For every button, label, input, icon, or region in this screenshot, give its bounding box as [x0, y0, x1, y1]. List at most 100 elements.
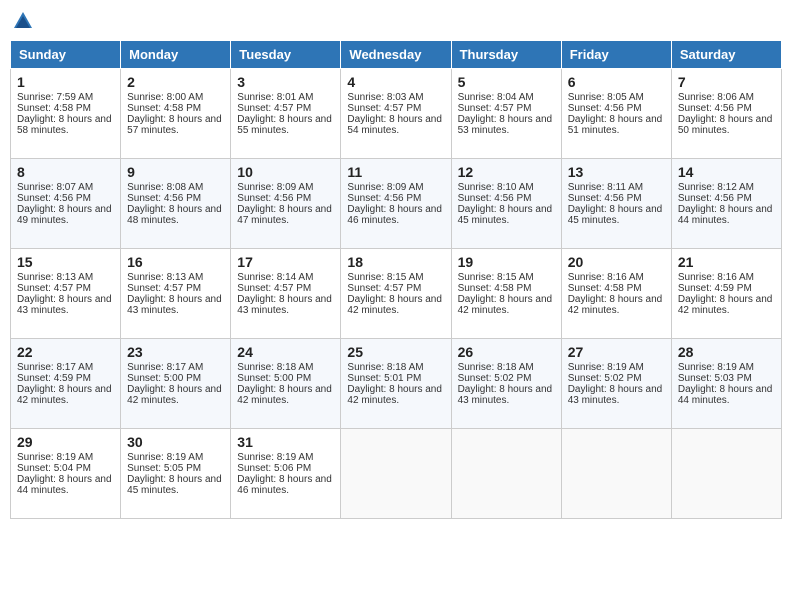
column-header-monday: Monday — [121, 41, 231, 69]
sunset-label: Sunset: 4:56 PM — [127, 193, 201, 204]
calendar-cell: 1 Sunrise: 7:59 AM Sunset: 4:58 PM Dayli… — [11, 69, 121, 159]
sunrise-label: Sunrise: 8:13 AM — [127, 272, 203, 283]
daylight-label: Daylight: 8 hours and 50 minutes. — [678, 114, 773, 136]
sunset-label: Sunset: 4:56 PM — [347, 193, 421, 204]
sunrise-label: Sunrise: 8:19 AM — [568, 362, 644, 373]
calendar-cell: 30 Sunrise: 8:19 AM Sunset: 5:05 PM Dayl… — [121, 429, 231, 519]
calendar-cell — [451, 429, 561, 519]
day-number: 31 — [237, 434, 334, 450]
calendar-cell: 5 Sunrise: 8:04 AM Sunset: 4:57 PM Dayli… — [451, 69, 561, 159]
sunrise-label: Sunrise: 8:09 AM — [237, 182, 313, 193]
calendar-body: 1 Sunrise: 7:59 AM Sunset: 4:58 PM Dayli… — [11, 69, 782, 519]
sunrise-label: Sunrise: 8:16 AM — [678, 272, 754, 283]
sunset-label: Sunset: 4:58 PM — [458, 283, 532, 294]
calendar-cell: 28 Sunrise: 8:19 AM Sunset: 5:03 PM Dayl… — [671, 339, 781, 429]
calendar-cell: 11 Sunrise: 8:09 AM Sunset: 4:56 PM Dayl… — [341, 159, 451, 249]
daylight-label: Daylight: 8 hours and 44 minutes. — [17, 474, 112, 496]
calendar-week-5: 29 Sunrise: 8:19 AM Sunset: 5:04 PM Dayl… — [11, 429, 782, 519]
calendar-cell: 2 Sunrise: 8:00 AM Sunset: 4:58 PM Dayli… — [121, 69, 231, 159]
sunrise-label: Sunrise: 8:06 AM — [678, 92, 754, 103]
calendar-cell: 17 Sunrise: 8:14 AM Sunset: 4:57 PM Dayl… — [231, 249, 341, 339]
day-number: 12 — [458, 164, 555, 180]
calendar-cell: 25 Sunrise: 8:18 AM Sunset: 5:01 PM Dayl… — [341, 339, 451, 429]
column-header-sunday: Sunday — [11, 41, 121, 69]
sunset-label: Sunset: 4:57 PM — [17, 283, 91, 294]
sunrise-label: Sunrise: 8:03 AM — [347, 92, 423, 103]
day-number: 3 — [237, 74, 334, 90]
sunset-label: Sunset: 5:02 PM — [458, 373, 532, 384]
sunrise-label: Sunrise: 8:19 AM — [127, 452, 203, 463]
sunset-label: Sunset: 5:04 PM — [17, 463, 91, 474]
daylight-label: Daylight: 8 hours and 49 minutes. — [17, 204, 112, 226]
day-number: 20 — [568, 254, 665, 270]
daylight-label: Daylight: 8 hours and 45 minutes. — [127, 474, 222, 496]
day-number: 25 — [347, 344, 444, 360]
daylight-label: Daylight: 8 hours and 42 minutes. — [127, 384, 222, 406]
daylight-label: Daylight: 8 hours and 54 minutes. — [347, 114, 442, 136]
page-header — [10, 10, 782, 32]
daylight-label: Daylight: 8 hours and 46 minutes. — [347, 204, 442, 226]
sunrise-label: Sunrise: 8:04 AM — [458, 92, 534, 103]
sunset-label: Sunset: 5:02 PM — [568, 373, 642, 384]
column-header-saturday: Saturday — [671, 41, 781, 69]
sunrise-label: Sunrise: 8:14 AM — [237, 272, 313, 283]
sunset-label: Sunset: 4:58 PM — [127, 103, 201, 114]
sunrise-label: Sunrise: 8:19 AM — [237, 452, 313, 463]
day-number: 23 — [127, 344, 224, 360]
sunset-label: Sunset: 5:03 PM — [678, 373, 752, 384]
sunset-label: Sunset: 4:57 PM — [347, 103, 421, 114]
sunrise-label: Sunrise: 8:00 AM — [127, 92, 203, 103]
calendar-cell: 9 Sunrise: 8:08 AM Sunset: 4:56 PM Dayli… — [121, 159, 231, 249]
sunrise-label: Sunrise: 8:09 AM — [347, 182, 423, 193]
daylight-label: Daylight: 8 hours and 53 minutes. — [458, 114, 553, 136]
daylight-label: Daylight: 8 hours and 42 minutes. — [678, 294, 773, 316]
calendar-cell: 31 Sunrise: 8:19 AM Sunset: 5:06 PM Dayl… — [231, 429, 341, 519]
day-number: 16 — [127, 254, 224, 270]
sunset-label: Sunset: 5:00 PM — [127, 373, 201, 384]
sunrise-label: Sunrise: 7:59 AM — [17, 92, 93, 103]
day-number: 11 — [347, 164, 444, 180]
daylight-label: Daylight: 8 hours and 46 minutes. — [237, 474, 332, 496]
calendar-week-3: 15 Sunrise: 8:13 AM Sunset: 4:57 PM Dayl… — [11, 249, 782, 339]
sunset-label: Sunset: 4:58 PM — [568, 283, 642, 294]
daylight-label: Daylight: 8 hours and 42 minutes. — [458, 294, 553, 316]
sunrise-label: Sunrise: 8:07 AM — [17, 182, 93, 193]
sunset-label: Sunset: 4:56 PM — [237, 193, 311, 204]
sunrise-label: Sunrise: 8:17 AM — [17, 362, 93, 373]
calendar-cell: 24 Sunrise: 8:18 AM Sunset: 5:00 PM Dayl… — [231, 339, 341, 429]
sunrise-label: Sunrise: 8:19 AM — [17, 452, 93, 463]
calendar-week-4: 22 Sunrise: 8:17 AM Sunset: 4:59 PM Dayl… — [11, 339, 782, 429]
sunrise-label: Sunrise: 8:16 AM — [568, 272, 644, 283]
daylight-label: Daylight: 8 hours and 43 minutes. — [127, 294, 222, 316]
calendar-cell: 26 Sunrise: 8:18 AM Sunset: 5:02 PM Dayl… — [451, 339, 561, 429]
column-header-tuesday: Tuesday — [231, 41, 341, 69]
daylight-label: Daylight: 8 hours and 45 minutes. — [568, 204, 663, 226]
day-number: 8 — [17, 164, 114, 180]
calendar-cell: 15 Sunrise: 8:13 AM Sunset: 4:57 PM Dayl… — [11, 249, 121, 339]
sunset-label: Sunset: 4:57 PM — [237, 283, 311, 294]
calendar-cell: 22 Sunrise: 8:17 AM Sunset: 4:59 PM Dayl… — [11, 339, 121, 429]
daylight-label: Daylight: 8 hours and 45 minutes. — [458, 204, 553, 226]
day-number: 27 — [568, 344, 665, 360]
calendar-cell: 20 Sunrise: 8:16 AM Sunset: 4:58 PM Dayl… — [561, 249, 671, 339]
daylight-label: Daylight: 8 hours and 57 minutes. — [127, 114, 222, 136]
calendar-cell: 23 Sunrise: 8:17 AM Sunset: 5:00 PM Dayl… — [121, 339, 231, 429]
logo — [10, 10, 34, 32]
sunrise-label: Sunrise: 8:18 AM — [458, 362, 534, 373]
sunrise-label: Sunrise: 8:17 AM — [127, 362, 203, 373]
day-number: 1 — [17, 74, 114, 90]
sunset-label: Sunset: 4:59 PM — [17, 373, 91, 384]
daylight-label: Daylight: 8 hours and 44 minutes. — [678, 384, 773, 406]
calendar-cell: 10 Sunrise: 8:09 AM Sunset: 4:56 PM Dayl… — [231, 159, 341, 249]
calendar-cell: 14 Sunrise: 8:12 AM Sunset: 4:56 PM Dayl… — [671, 159, 781, 249]
daylight-label: Daylight: 8 hours and 58 minutes. — [17, 114, 112, 136]
daylight-label: Daylight: 8 hours and 43 minutes. — [237, 294, 332, 316]
day-number: 21 — [678, 254, 775, 270]
daylight-label: Daylight: 8 hours and 42 minutes. — [347, 294, 442, 316]
day-number: 22 — [17, 344, 114, 360]
sunset-label: Sunset: 4:57 PM — [127, 283, 201, 294]
day-number: 29 — [17, 434, 114, 450]
sunset-label: Sunset: 5:01 PM — [347, 373, 421, 384]
daylight-label: Daylight: 8 hours and 47 minutes. — [237, 204, 332, 226]
day-number: 6 — [568, 74, 665, 90]
